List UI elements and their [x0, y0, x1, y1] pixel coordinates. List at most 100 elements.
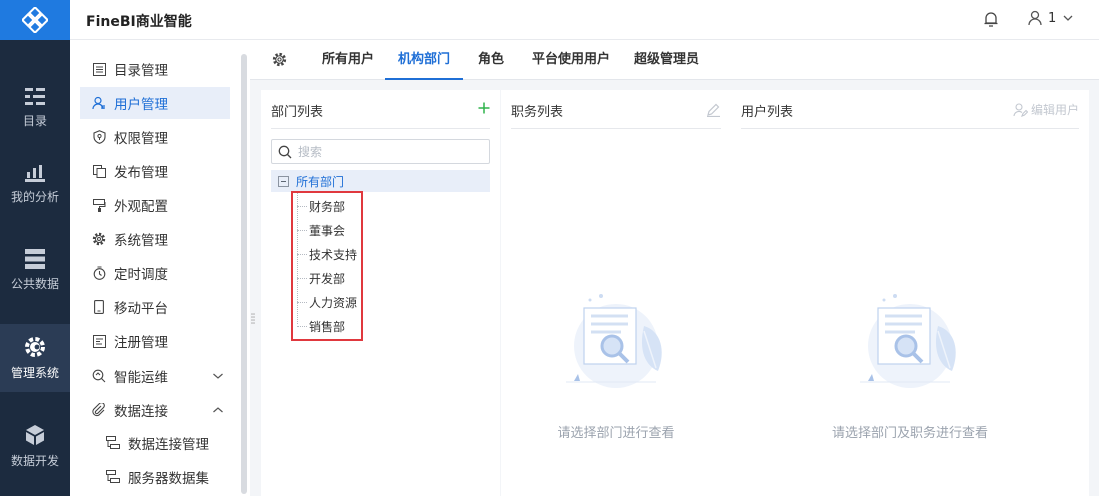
sidebar-subitem-server-dataset[interactable]: 服务器数据集: [106, 463, 246, 491]
search-input[interactable]: [298, 144, 478, 159]
empty-state: 请选择部门进行查看: [501, 286, 731, 441]
ops-icon: [92, 369, 106, 383]
resize-handle-icon[interactable]: [251, 312, 255, 326]
empty-state-text: 请选择部门及职务进行查看: [831, 426, 988, 441]
phone-icon: [92, 300, 106, 314]
rail-item-public-data[interactable]: 公共数据: [0, 236, 70, 304]
sidebar-item-label: 系统管理: [114, 233, 168, 249]
tree-root-node[interactable]: 所有部门: [271, 170, 490, 192]
bell-icon[interactable]: [982, 10, 1000, 28]
sidebar-item-catalog[interactable]: 目录管理: [80, 53, 230, 85]
department-panel: 部门列表 所有部门 财务部 董事会 技术支持 开发部 人力资源 销售部: [261, 90, 500, 496]
sidebar-item-label: 目录管理: [114, 63, 168, 79]
tab-all-users[interactable]: 所有用户: [322, 40, 374, 80]
sidebar-item-mobile[interactable]: 移动平台: [80, 291, 230, 323]
edit-icon[interactable]: [706, 102, 721, 117]
chart-icon: [25, 164, 45, 182]
list-icon: [92, 62, 106, 76]
main-nav-rail: 目录 我的分析 公共数据 管理系统 数据开发: [0, 0, 70, 496]
highlight-box: [291, 191, 363, 341]
panel-title: 职务列表: [511, 105, 564, 120]
rail-item-data-dev[interactable]: 数据开发: [0, 412, 70, 480]
register-icon: [92, 334, 106, 348]
tab-departments[interactable]: 机构部门: [385, 40, 463, 80]
settings-gear-icon[interactable]: [272, 52, 287, 67]
sidebar-item-label: 移动平台: [114, 301, 168, 317]
edit-user-label: 编辑用户: [1030, 103, 1079, 117]
sidebar-item-users[interactable]: 用户管理: [80, 87, 230, 119]
rail-item-catalog[interactable]: 目录: [0, 74, 70, 142]
sidebar-scrollbar[interactable]: [241, 54, 247, 494]
sidebar-item-label: 权限管理: [114, 131, 168, 147]
rail-item-label: 管理系统: [10, 365, 59, 380]
database-icon: [25, 248, 45, 269]
user-panel: 用户列表 编辑用户 请选择部门及职务进行查看: [731, 90, 1089, 496]
sidebar-item-data-connection[interactable]: 数据连接: [80, 394, 230, 426]
shield-icon: [92, 130, 106, 144]
department-search[interactable]: [271, 139, 490, 164]
sidebar-item-label: 用户管理: [114, 97, 168, 113]
app-logo[interactable]: [0, 0, 70, 40]
panel-title: 用户列表: [741, 105, 794, 120]
user-icon: [1028, 10, 1042, 26]
panel-title: 部门列表: [271, 105, 324, 120]
panel-header: 职务列表: [511, 90, 721, 129]
chevron-down-icon: [1063, 15, 1073, 21]
empty-illustration-icon: [860, 294, 956, 388]
tab-platform-users[interactable]: 平台使用用户: [532, 40, 610, 80]
sidebar-item-register[interactable]: 注册管理: [80, 325, 230, 357]
admin-sidebar: 目录管理 用户管理 权限管理 发布管理 外观配置 系统管理 定时调度 移动平台: [70, 40, 250, 496]
sidebar-item-label: 数据连接: [114, 404, 168, 420]
brush-icon: [92, 198, 106, 212]
user-icon: [92, 96, 106, 110]
rail-item-label: 目录: [22, 113, 47, 128]
gear-icon: [92, 232, 106, 246]
collapse-icon[interactable]: [278, 175, 289, 187]
search-icon: [278, 145, 292, 158]
sidebar-item-appearance[interactable]: 外观配置: [80, 189, 230, 221]
dataset-icon: [106, 470, 120, 484]
copy-icon: [92, 164, 106, 178]
timer-icon: [92, 266, 106, 280]
sidebar-item-label: 注册管理: [114, 335, 168, 351]
rail-item-management[interactable]: 管理系统: [0, 324, 70, 392]
app-title: FineBI商业智能: [86, 14, 192, 30]
logo-icon: [22, 7, 48, 33]
tab-roles[interactable]: 角色: [478, 40, 504, 80]
rail-item-label: 数据开发: [10, 453, 59, 468]
empty-illustration-icon: [566, 294, 662, 388]
panel-header: 部门列表: [271, 90, 490, 129]
edit-user-icon: [1013, 102, 1028, 117]
cube-icon: [26, 424, 44, 445]
tree-root-label: 所有部门: [296, 174, 345, 189]
sidebar-item-permissions[interactable]: 权限管理: [80, 121, 230, 153]
rail-item-label: 公共数据: [10, 276, 59, 291]
panel-header: 用户列表 编辑用户: [741, 90, 1079, 129]
app-root: 目录 我的分析 公共数据 管理系统 数据开发 FineBI商业智能 1 目录管理…: [0, 0, 1099, 496]
sidebar-item-system[interactable]: 系统管理: [80, 223, 230, 255]
sidebar-subitem-connection-manage[interactable]: 数据连接管理: [106, 429, 246, 457]
manage-gear-icon: [25, 336, 45, 357]
chevron-up-icon: [213, 407, 223, 413]
sidebar-item-label: 发布管理: [114, 165, 168, 181]
connection-icon: [106, 436, 120, 450]
empty-state-text: 请选择部门进行查看: [557, 426, 675, 441]
sidebar-item-schedule[interactable]: 定时调度: [80, 257, 230, 289]
sidebar-item-label: 定时调度: [114, 267, 168, 283]
catalog-icon: [25, 87, 45, 105]
tab-super-admin[interactable]: 超级管理员: [634, 40, 699, 80]
user-name: 1: [1048, 10, 1057, 26]
sidebar-item-ops[interactable]: 智能运维: [80, 360, 230, 392]
edit-user-button[interactable]: 编辑用户: [1013, 101, 1079, 118]
sidebar-subitem-label: 数据连接管理: [128, 437, 209, 453]
sidebar-item-publish[interactable]: 发布管理: [80, 155, 230, 187]
rail-item-my-analysis[interactable]: 我的分析: [0, 150, 70, 218]
add-icon[interactable]: [478, 102, 490, 114]
sidebar-subitem-label: 服务器数据集: [128, 471, 209, 487]
sidebar-item-label: 智能运维: [114, 370, 168, 386]
user-tabs: 所有用户 机构部门 角色 平台使用用户 超级管理员: [250, 40, 1099, 80]
empty-state: 请选择部门及职务进行查看: [731, 286, 1089, 441]
sidebar-item-label: 外观配置: [114, 199, 168, 215]
user-menu[interactable]: 1: [1027, 10, 1074, 26]
chevron-down-icon: [213, 373, 223, 379]
